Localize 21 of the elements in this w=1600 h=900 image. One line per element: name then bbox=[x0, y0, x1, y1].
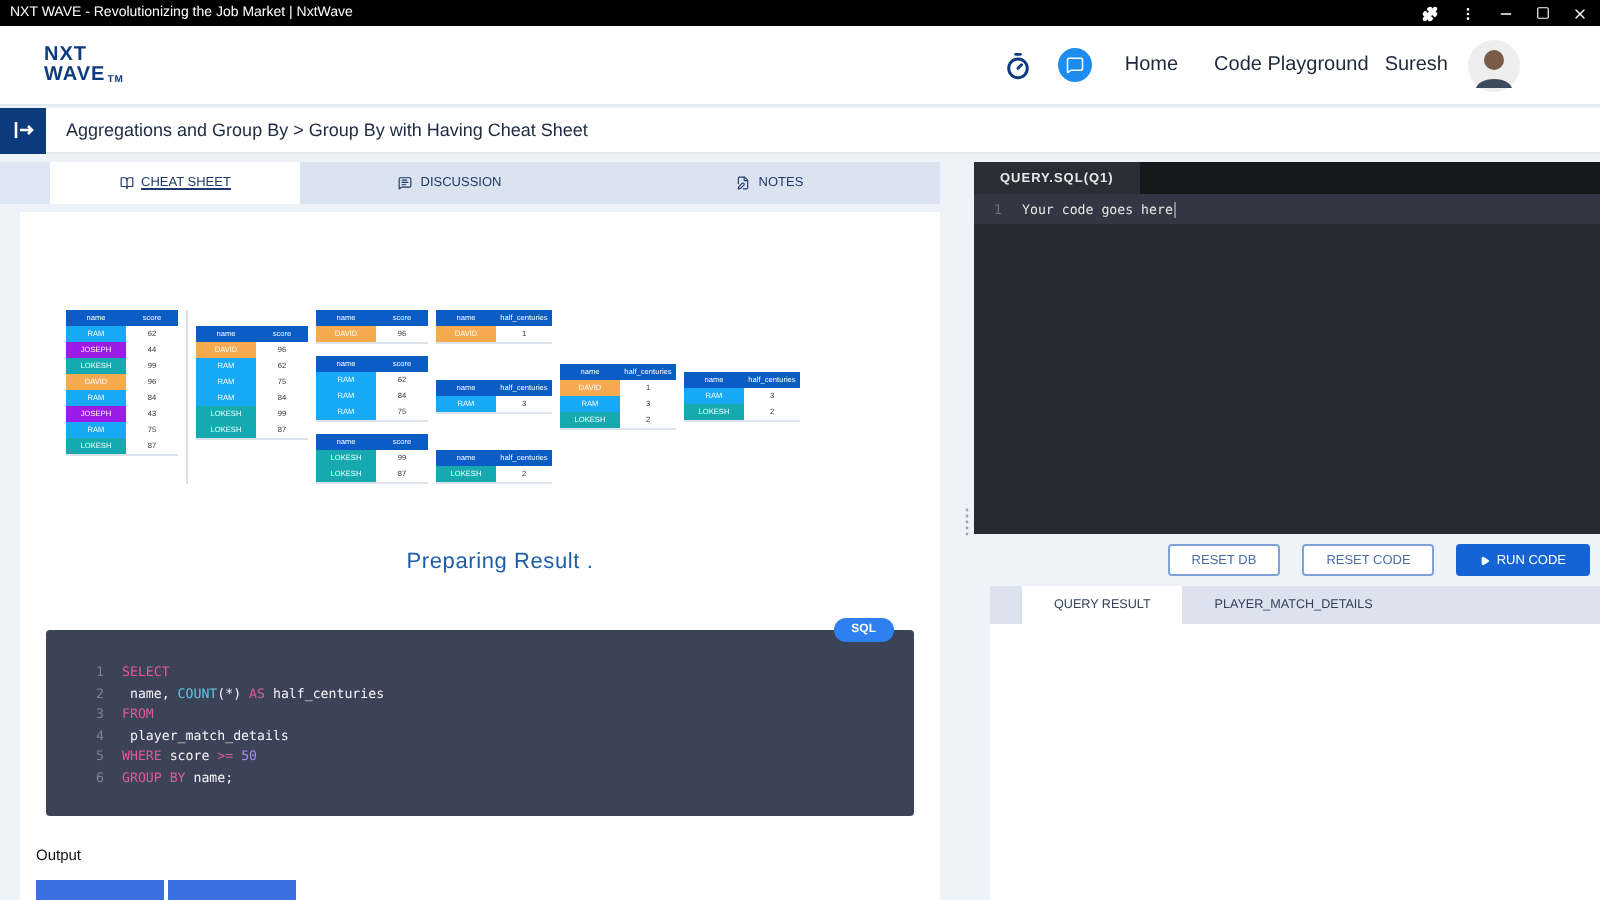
book-icon bbox=[119, 176, 134, 190]
close-icon[interactable] bbox=[1572, 5, 1588, 21]
chat-icon bbox=[398, 176, 413, 190]
table-header bbox=[36, 880, 164, 900]
avatar[interactable] bbox=[1468, 39, 1520, 91]
sidebar-toggle-button[interactable] bbox=[0, 107, 46, 153]
timer-icon[interactable] bbox=[1004, 51, 1033, 79]
chat-icon[interactable] bbox=[1058, 48, 1093, 82]
breadcrumb: Aggregations and Group By > Group By with Having Cheat Sheet bbox=[66, 120, 588, 140]
note-icon bbox=[736, 176, 751, 190]
table-header bbox=[168, 880, 296, 900]
nav-link[interactable]: Code Playground bbox=[1214, 54, 1369, 76]
sidebar-icon bbox=[13, 120, 33, 140]
maximize-icon[interactable] bbox=[1536, 6, 1550, 20]
status-text: Preparing Result . bbox=[404, 550, 596, 574]
extension-icon[interactable] bbox=[1422, 5, 1438, 21]
tab-spacer bbox=[0, 162, 50, 204]
resize-handle[interactable] bbox=[960, 508, 974, 536]
nav-link[interactable]: Home bbox=[1124, 54, 1179, 76]
play-icon bbox=[1480, 555, 1491, 565]
user-name[interactable]: Suresh bbox=[1384, 54, 1448, 76]
